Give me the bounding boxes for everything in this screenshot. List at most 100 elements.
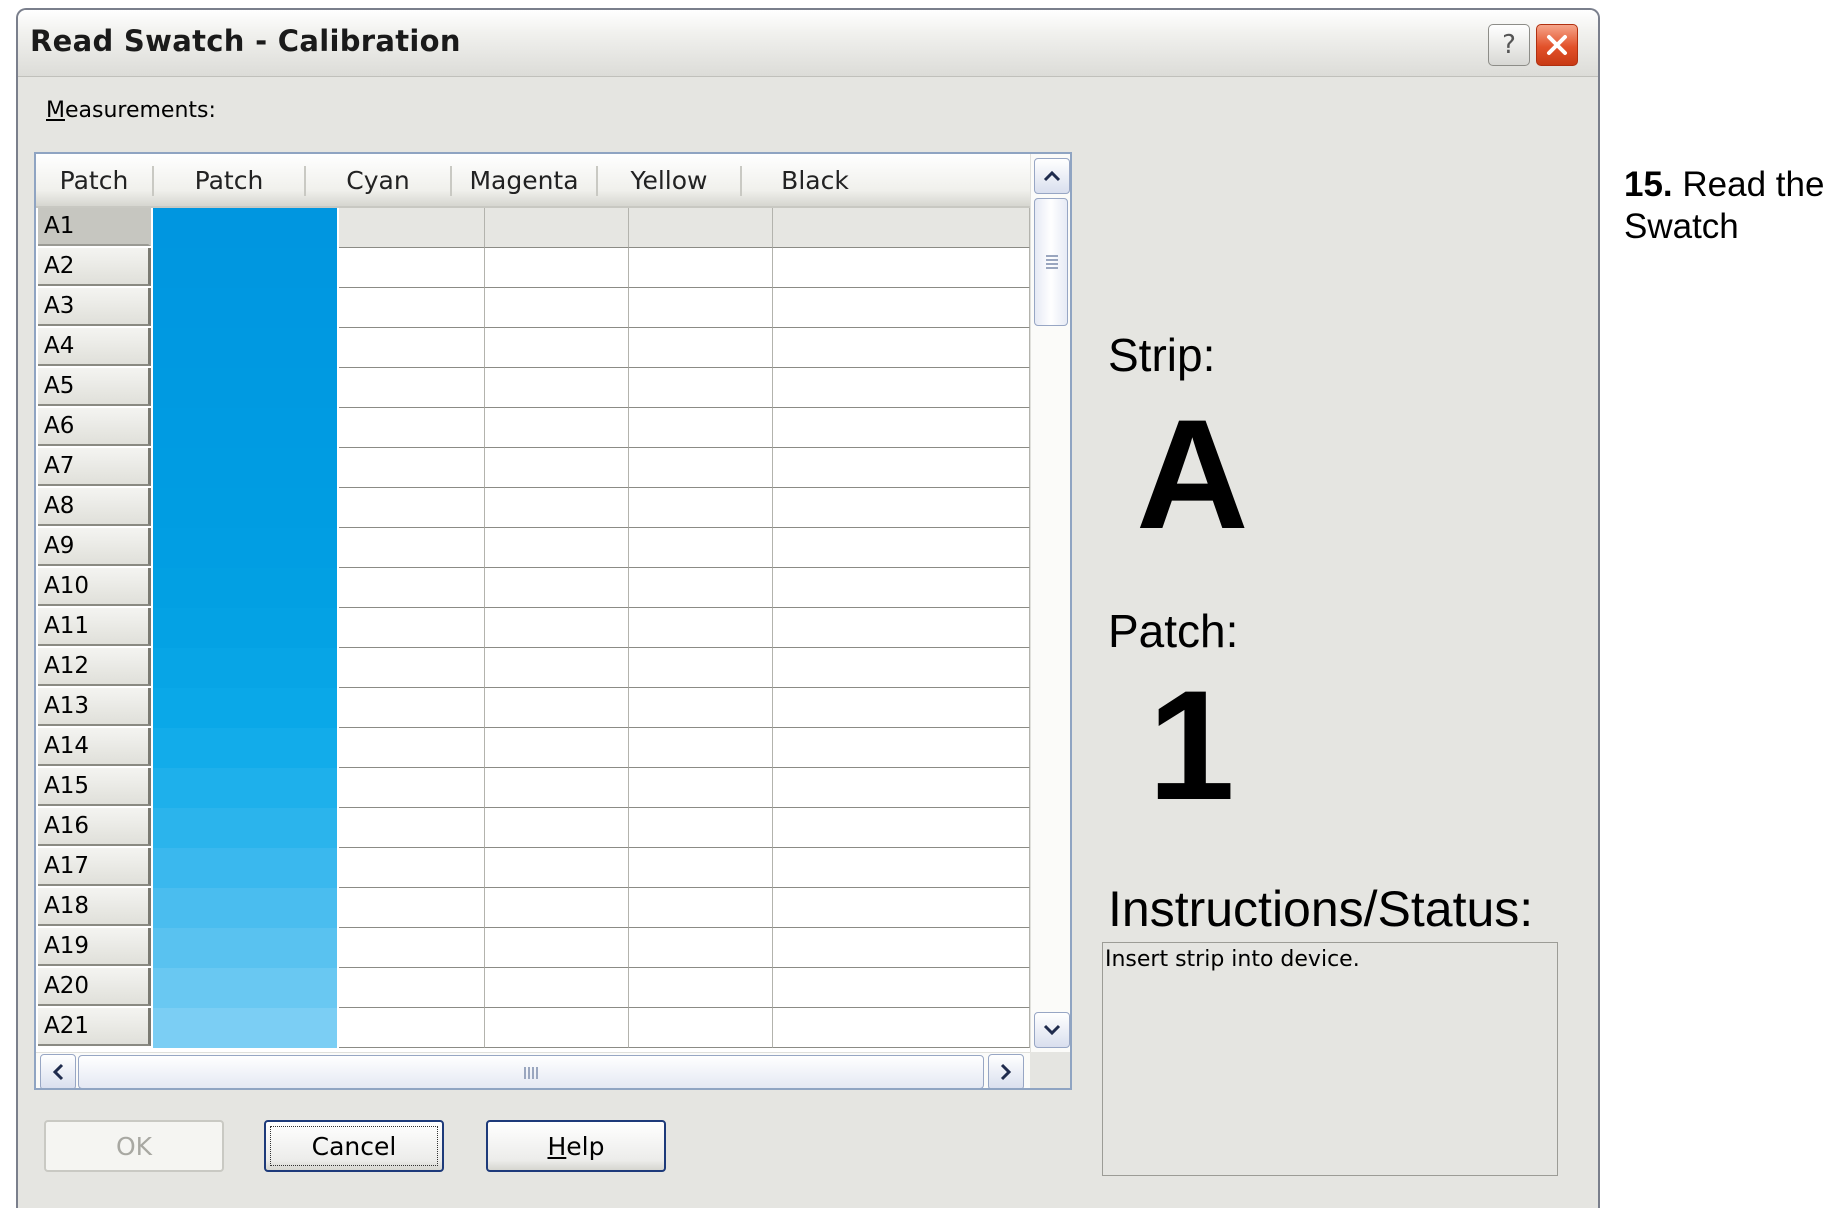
black-cell[interactable]	[773, 328, 1030, 368]
table-row[interactable]: A11	[36, 608, 1030, 648]
help-title-button[interactable]: ?	[1488, 24, 1530, 66]
magenta-cell[interactable]	[485, 448, 629, 488]
magenta-cell[interactable]	[485, 288, 629, 328]
cyan-cell[interactable]	[339, 1008, 485, 1048]
row-header[interactable]: A13	[38, 688, 151, 726]
row-header[interactable]: A3	[38, 288, 151, 326]
table-row[interactable]: A13	[36, 688, 1030, 728]
cyan-cell[interactable]	[339, 928, 485, 968]
magenta-cell[interactable]	[485, 888, 629, 928]
magenta-cell[interactable]	[485, 968, 629, 1008]
yellow-cell[interactable]	[629, 528, 773, 568]
magenta-cell[interactable]	[485, 1008, 629, 1048]
yellow-cell[interactable]	[629, 968, 773, 1008]
table-row[interactable]: A6	[36, 408, 1030, 448]
row-header[interactable]: A16	[38, 808, 151, 846]
cyan-cell[interactable]	[339, 488, 485, 528]
cyan-cell[interactable]	[339, 208, 485, 248]
black-cell[interactable]	[773, 608, 1030, 648]
yellow-cell[interactable]	[629, 208, 773, 248]
yellow-cell[interactable]	[629, 328, 773, 368]
title-bar[interactable]: Read Swatch - Calibration ?	[18, 10, 1598, 77]
magenta-cell[interactable]	[485, 768, 629, 808]
magenta-cell[interactable]	[485, 608, 629, 648]
row-header[interactable]: A18	[38, 888, 151, 926]
row-header[interactable]: A6	[38, 408, 151, 446]
row-header[interactable]: A21	[38, 1008, 151, 1046]
cyan-cell[interactable]	[339, 688, 485, 728]
table-row[interactable]: A7	[36, 448, 1030, 488]
yellow-cell[interactable]	[629, 688, 773, 728]
table-row[interactable]: A21	[36, 1008, 1030, 1048]
yellow-cell[interactable]	[629, 608, 773, 648]
table-row[interactable]: A1	[36, 208, 1030, 248]
black-cell[interactable]	[773, 1008, 1030, 1048]
black-cell[interactable]	[773, 408, 1030, 448]
row-header[interactable]: A1	[38, 208, 151, 246]
scroll-down-button[interactable]	[1034, 1012, 1070, 1048]
magenta-cell[interactable]	[485, 488, 629, 528]
scroll-up-button[interactable]	[1034, 158, 1070, 194]
column-header-cyan[interactable]: Cyan	[306, 154, 450, 206]
row-header[interactable]: A11	[38, 608, 151, 646]
yellow-cell[interactable]	[629, 408, 773, 448]
table-row[interactable]: A5	[36, 368, 1030, 408]
cyan-cell[interactable]	[339, 528, 485, 568]
table-row[interactable]: A14	[36, 728, 1030, 768]
black-cell[interactable]	[773, 248, 1030, 288]
yellow-cell[interactable]	[629, 848, 773, 888]
table-row[interactable]: A8	[36, 488, 1030, 528]
yellow-cell[interactable]	[629, 648, 773, 688]
yellow-cell[interactable]	[629, 568, 773, 608]
black-cell[interactable]	[773, 648, 1030, 688]
horizontal-scrollbar[interactable]	[36, 1052, 1030, 1088]
cyan-cell[interactable]	[339, 288, 485, 328]
scroll-left-button[interactable]	[40, 1054, 76, 1088]
row-header[interactable]: A19	[38, 928, 151, 966]
yellow-cell[interactable]	[629, 488, 773, 528]
yellow-cell[interactable]	[629, 928, 773, 968]
column-header-patch-id[interactable]: Patch	[36, 154, 152, 206]
yellow-cell[interactable]	[629, 808, 773, 848]
magenta-cell[interactable]	[485, 928, 629, 968]
magenta-cell[interactable]	[485, 328, 629, 368]
help-button[interactable]: Help	[486, 1120, 666, 1172]
row-header[interactable]: A5	[38, 368, 151, 406]
row-header[interactable]: A14	[38, 728, 151, 766]
magenta-cell[interactable]	[485, 368, 629, 408]
yellow-cell[interactable]	[629, 288, 773, 328]
black-cell[interactable]	[773, 208, 1030, 248]
ok-button[interactable]: OK	[44, 1120, 224, 1172]
vertical-scroll-thumb[interactable]	[1034, 198, 1068, 326]
magenta-cell[interactable]	[485, 568, 629, 608]
row-header[interactable]: A8	[38, 488, 151, 526]
black-cell[interactable]	[773, 728, 1030, 768]
yellow-cell[interactable]	[629, 1008, 773, 1048]
black-cell[interactable]	[773, 488, 1030, 528]
black-cell[interactable]	[773, 808, 1030, 848]
row-header[interactable]: A12	[38, 648, 151, 686]
column-header-magenta[interactable]: Magenta	[452, 154, 596, 206]
row-header[interactable]: A4	[38, 328, 151, 366]
cyan-cell[interactable]	[339, 648, 485, 688]
yellow-cell[interactable]	[629, 368, 773, 408]
table-row[interactable]: A2	[36, 248, 1030, 288]
table-row[interactable]: A18	[36, 888, 1030, 928]
yellow-cell[interactable]	[629, 888, 773, 928]
table-row[interactable]: A12	[36, 648, 1030, 688]
cyan-cell[interactable]	[339, 848, 485, 888]
cyan-cell[interactable]	[339, 568, 485, 608]
black-cell[interactable]	[773, 928, 1030, 968]
magenta-cell[interactable]	[485, 688, 629, 728]
black-cell[interactable]	[773, 528, 1030, 568]
black-cell[interactable]	[773, 888, 1030, 928]
table-row[interactable]: A17	[36, 848, 1030, 888]
black-cell[interactable]	[773, 768, 1030, 808]
black-cell[interactable]	[773, 688, 1030, 728]
cyan-cell[interactable]	[339, 968, 485, 1008]
yellow-cell[interactable]	[629, 728, 773, 768]
cyan-cell[interactable]	[339, 608, 485, 648]
yellow-cell[interactable]	[629, 448, 773, 488]
table-row[interactable]: A19	[36, 928, 1030, 968]
close-button[interactable]	[1536, 24, 1578, 66]
